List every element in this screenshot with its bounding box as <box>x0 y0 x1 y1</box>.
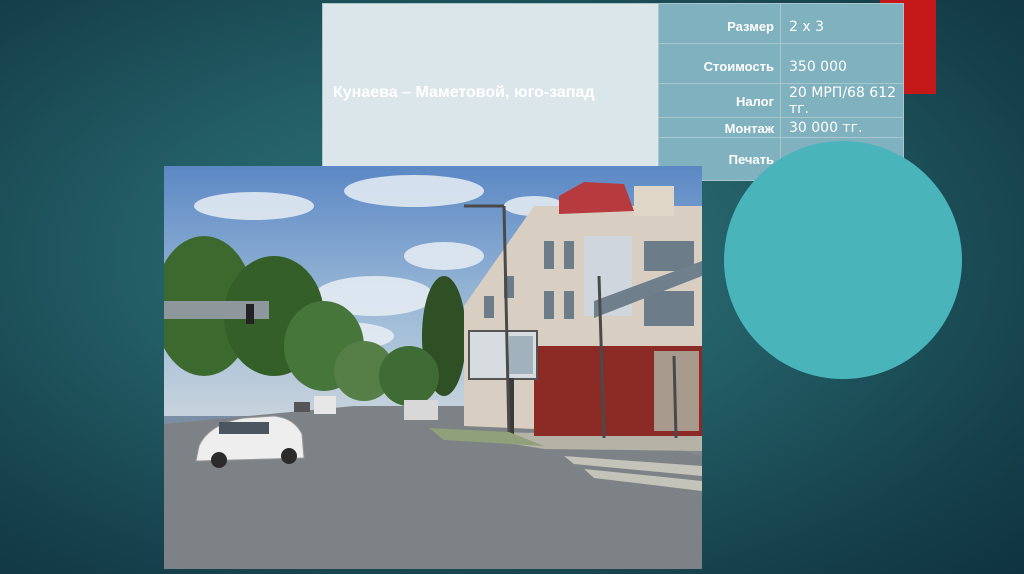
size-label: Размер <box>658 3 781 44</box>
size-value: 2 х 3 <box>780 3 904 44</box>
mounting-label: Монтаж <box>658 117 781 138</box>
slide: Кунаева – Маметовой, юго-запад Размер 2 … <box>0 0 1024 574</box>
decorative-circle <box>724 141 962 379</box>
location-title: Кунаева – Маметовой, юго-запад <box>322 3 659 181</box>
mounting-value: 30 000 тг. <box>780 117 904 138</box>
cost-label: Стоимость <box>658 43 781 84</box>
location-title-text: Кунаева – Маметовой, юго-запад <box>333 83 595 101</box>
street-photo <box>164 166 702 569</box>
cost-value: 350 000 <box>780 43 904 84</box>
tax-value: 20 МРП/68 612 тг. <box>780 83 904 118</box>
tax-label: Налог <box>658 83 781 118</box>
